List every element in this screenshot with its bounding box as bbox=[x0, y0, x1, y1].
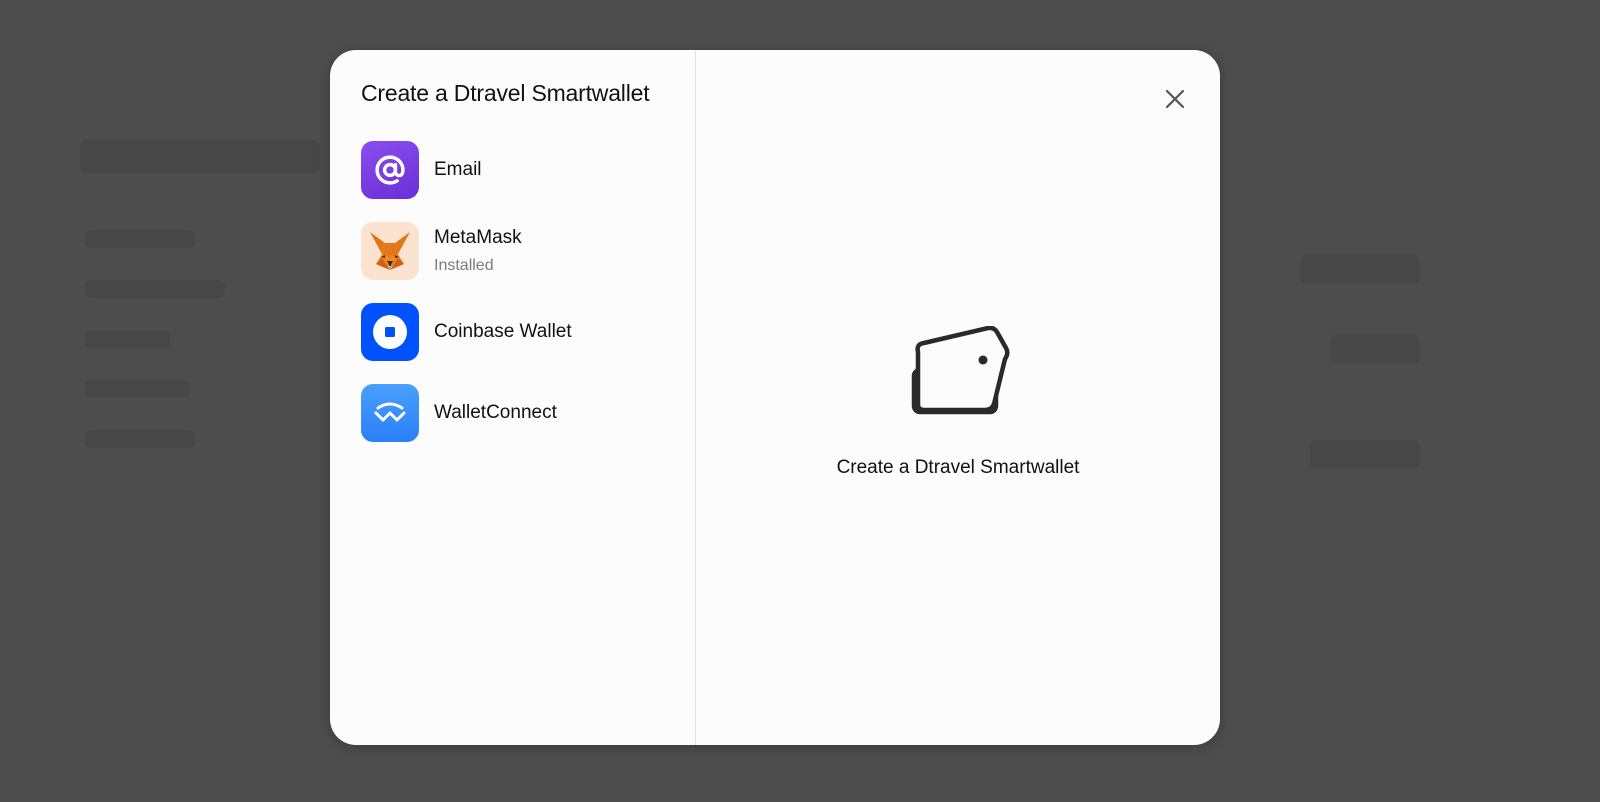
wallet-tag-icon bbox=[906, 325, 1010, 423]
metamask-fox-icon bbox=[361, 222, 419, 280]
create-wallet-modal: Create a Dtravel Smartwallet Email MetaM… bbox=[330, 50, 1220, 745]
wallet-option-walletconnect[interactable]: WalletConnect bbox=[361, 384, 665, 442]
wallet-option-label: WalletConnect bbox=[434, 402, 557, 423]
wallet-option-label: Email bbox=[434, 159, 482, 180]
at-sign-icon bbox=[361, 141, 419, 199]
coinbase-icon bbox=[361, 303, 419, 361]
hero-title: Create a Dtravel Smartwallet bbox=[836, 457, 1080, 478]
wallet-option-label: Coinbase Wallet bbox=[434, 321, 572, 342]
close-icon[interactable] bbox=[1160, 84, 1190, 114]
wallet-option-coinbase[interactable]: Coinbase Wallet bbox=[361, 303, 665, 361]
wallet-option-metamask[interactable]: MetaMask Installed bbox=[361, 222, 665, 280]
wallet-options-panel: Create a Dtravel Smartwallet Email MetaM… bbox=[330, 50, 696, 745]
installed-status: Installed bbox=[434, 257, 494, 274]
wallet-preview-panel: Create a Dtravel Smartwallet bbox=[696, 50, 1220, 745]
modal-title: Create a Dtravel Smartwallet bbox=[361, 80, 650, 106]
wallet-option-email[interactable]: Email bbox=[361, 141, 665, 199]
wallet-option-label: MetaMask bbox=[434, 227, 522, 248]
walletconnect-icon bbox=[361, 384, 419, 442]
